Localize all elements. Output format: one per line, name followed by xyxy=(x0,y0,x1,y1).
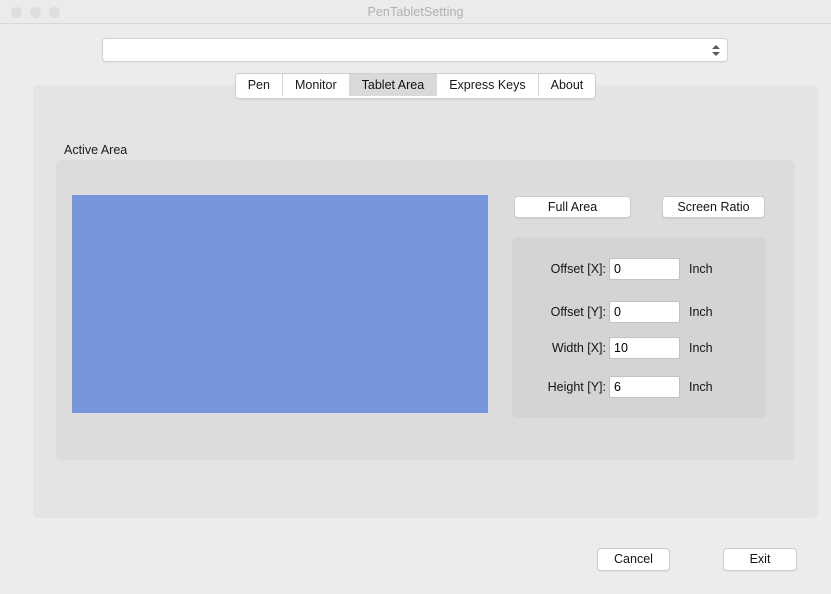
offset-x-unit: Inch xyxy=(689,262,713,276)
width-x-label: Width [X]: xyxy=(551,341,606,355)
width-x-input[interactable] xyxy=(609,337,680,359)
offset-y-row: Offset [Y]: Inch xyxy=(512,301,766,323)
chevron-up-icon xyxy=(711,44,720,49)
width-x-unit: Inch xyxy=(689,341,713,355)
offset-x-input[interactable] xyxy=(609,258,680,280)
offset-x-label: Offset [X]: xyxy=(550,262,606,276)
chevron-down-icon xyxy=(711,51,720,56)
offset-x-row: Offset [X]: Inch xyxy=(512,258,766,280)
width-x-row: Width [X]: Inch xyxy=(512,337,766,359)
height-y-input[interactable] xyxy=(609,376,680,398)
device-selector-combobox[interactable] xyxy=(102,38,728,62)
chevron-updown-icon[interactable] xyxy=(709,41,722,59)
offset-y-label: Offset [Y]: xyxy=(550,305,606,319)
titlebar: PenTabletSetting xyxy=(0,0,831,24)
exit-button[interactable]: Exit xyxy=(723,548,797,571)
offset-y-input[interactable] xyxy=(609,301,680,323)
height-y-row: Height [Y]: Inch xyxy=(512,376,766,398)
active-area-group-label: Active Area xyxy=(64,143,128,157)
height-y-label: Height [Y]: xyxy=(547,380,606,394)
tab-pen[interactable]: Pen xyxy=(235,74,283,96)
tab-about[interactable]: About xyxy=(538,74,596,96)
tab-bar: Pen Monitor Tablet Area Express Keys Abo… xyxy=(0,73,831,99)
screen-ratio-button[interactable]: Screen Ratio xyxy=(662,196,765,218)
dimension-fields-panel: Offset [X]: Inch Offset [Y]: Inch Width … xyxy=(512,237,766,418)
tablet-area-preview[interactable] xyxy=(72,195,488,413)
offset-y-unit: Inch xyxy=(689,305,713,319)
window-title: PenTabletSetting xyxy=(367,5,464,19)
full-area-button[interactable]: Full Area xyxy=(514,196,631,218)
tab-strip: Pen Monitor Tablet Area Express Keys Abo… xyxy=(234,73,597,99)
tab-express-keys[interactable]: Express Keys xyxy=(437,74,539,96)
cancel-button[interactable]: Cancel xyxy=(597,548,670,571)
height-y-unit: Inch xyxy=(689,380,713,394)
tab-tablet-area[interactable]: Tablet Area xyxy=(349,74,438,96)
tab-monitor[interactable]: Monitor xyxy=(282,74,350,96)
app-window: PenTabletSetting Pen Monitor Tablet Area… xyxy=(0,0,831,594)
